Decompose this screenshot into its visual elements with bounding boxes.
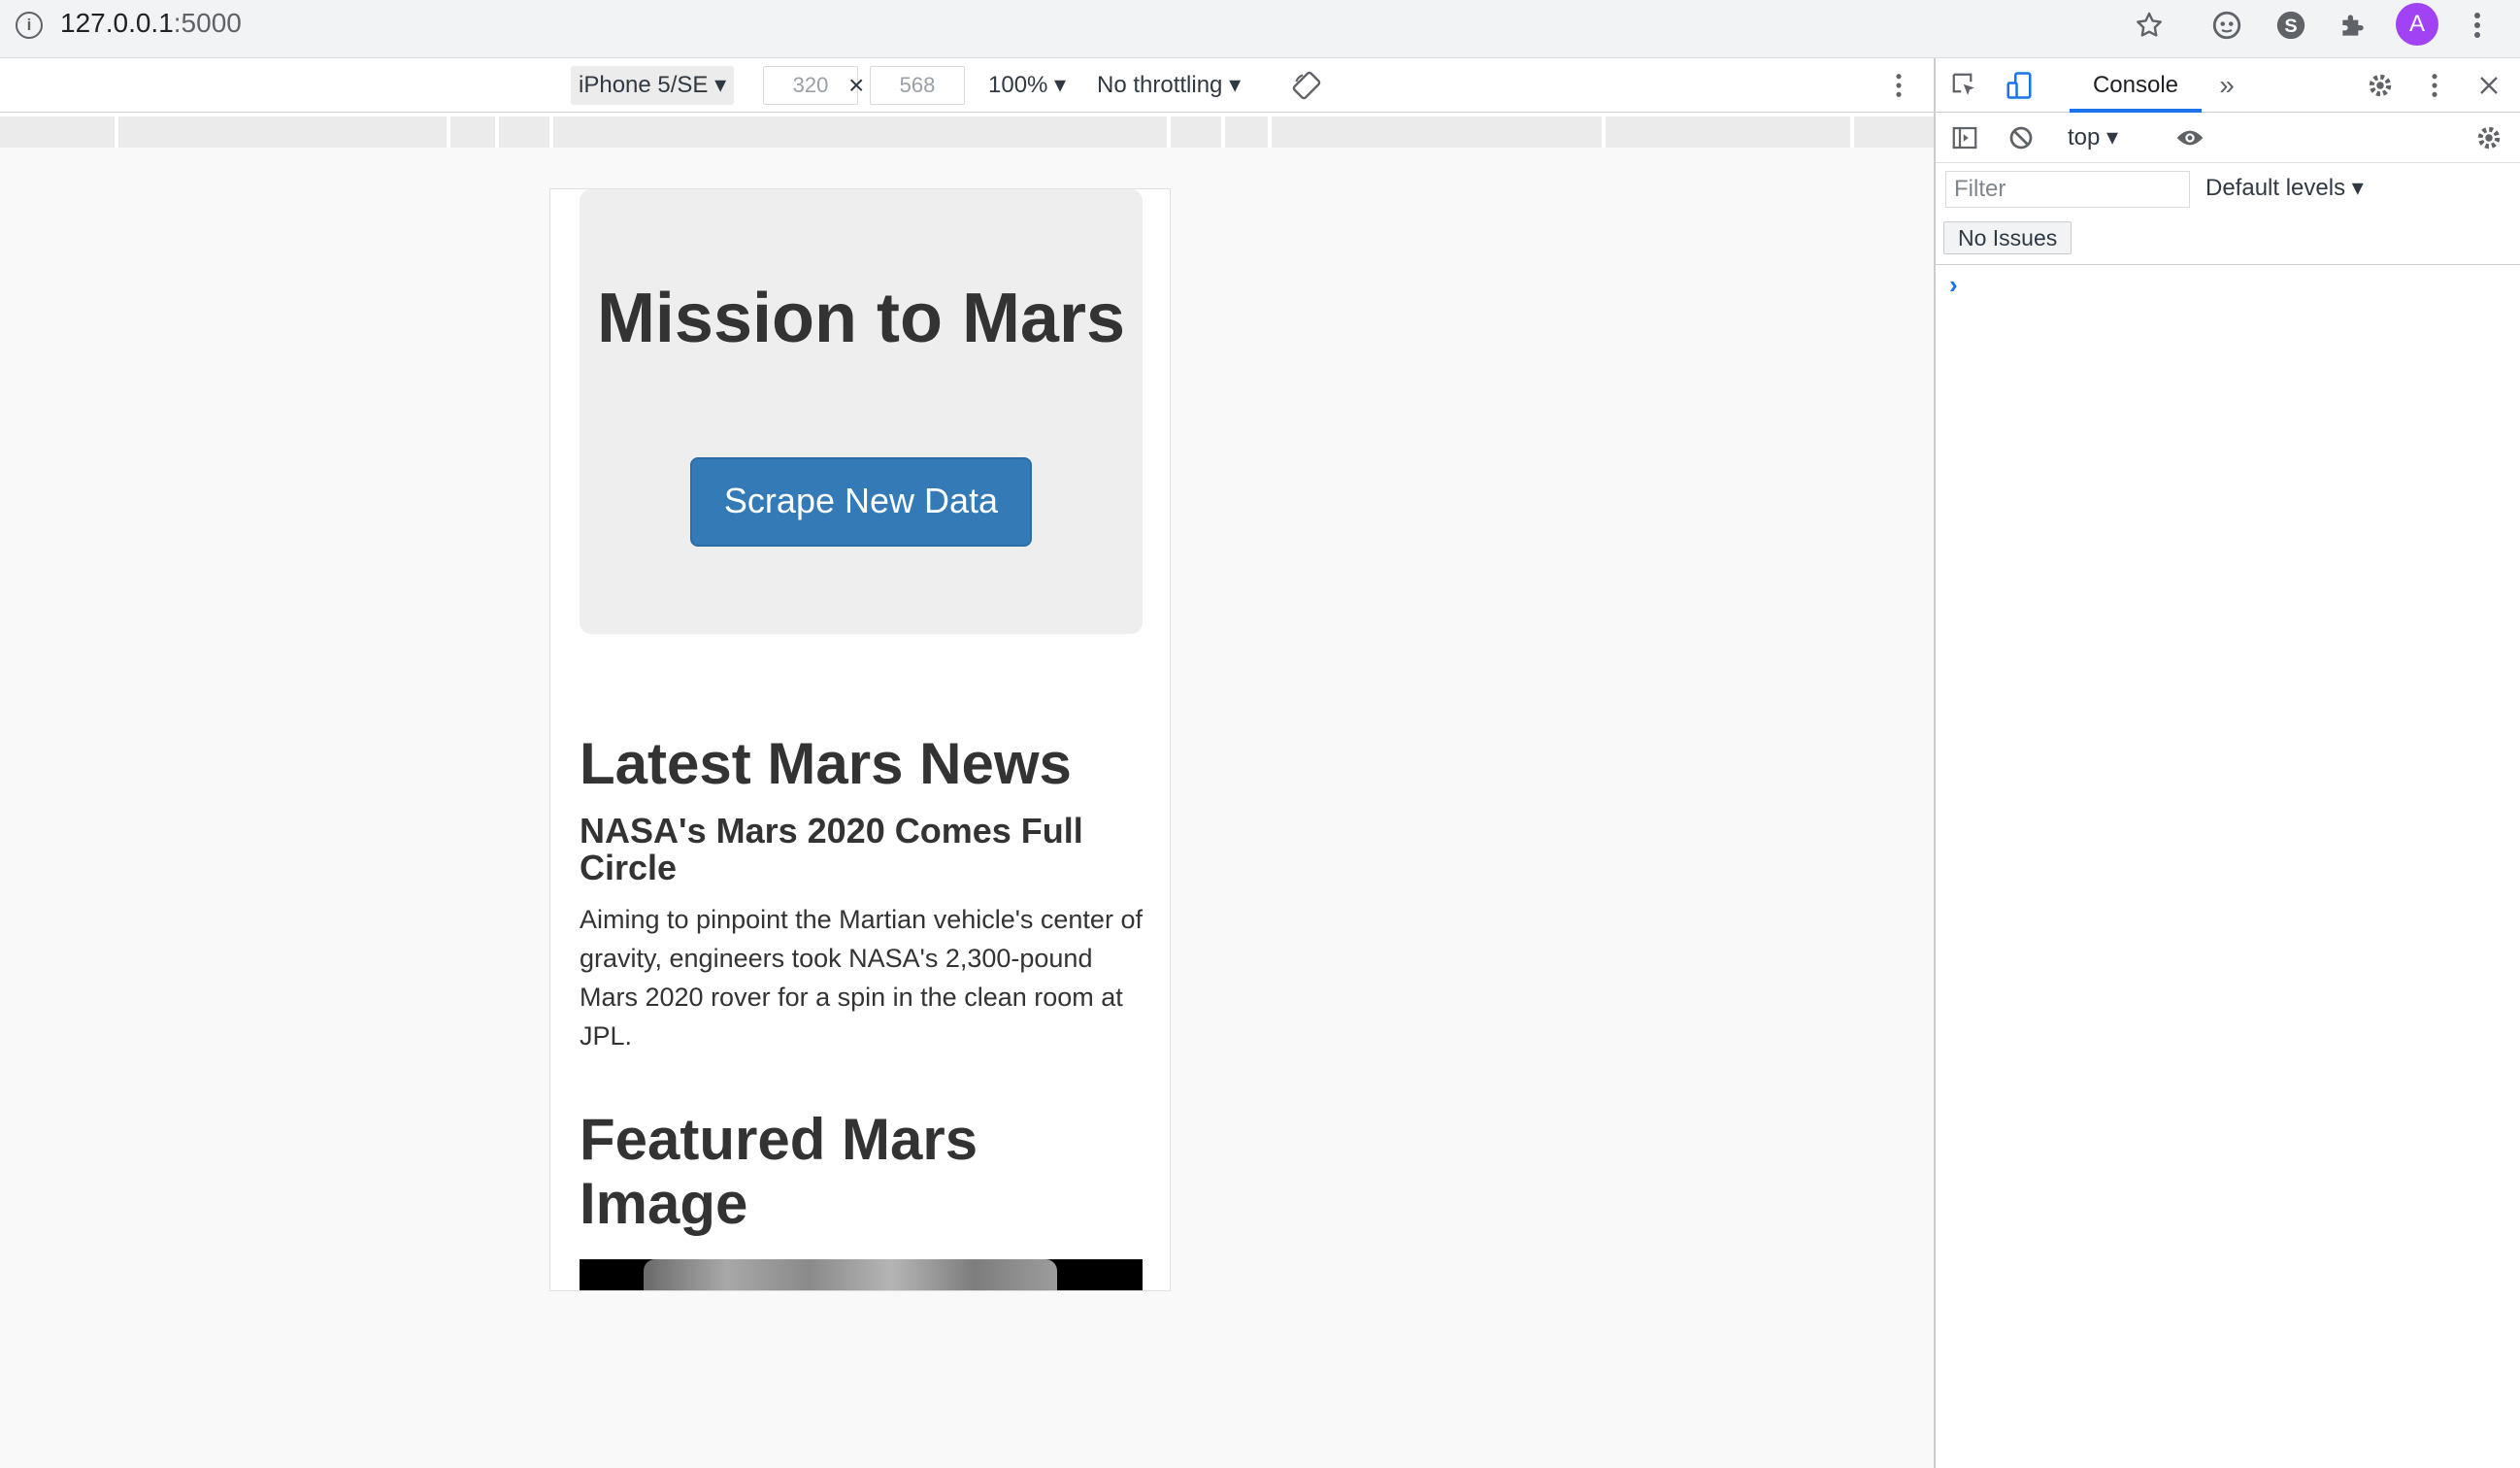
issues-button[interactable]: No Issues	[1943, 221, 2072, 254]
devtools-panel	[1934, 58, 2520, 1468]
more-tabs-icon[interactable]: »	[2209, 68, 2244, 103]
dimension-separator: ×	[848, 70, 865, 100]
scrape-button[interactable]: Scrape New Data	[690, 457, 1032, 547]
throttling-dropdown[interactable]: No throttling ▾	[1097, 66, 1241, 105]
media-query-segment[interactable]	[1272, 117, 1602, 148]
console-filter-input[interactable]: Filter	[1945, 171, 2190, 208]
svg-text:S: S	[2284, 16, 2297, 37]
media-query-segment[interactable]	[1606, 117, 1850, 148]
url-host: 127.0.0.1	[60, 8, 174, 38]
zoom-value: 100%	[988, 72, 1048, 98]
media-query-segment[interactable]	[0, 117, 115, 148]
throttling-value: No throttling	[1097, 72, 1223, 98]
media-query-segment[interactable]	[553, 117, 1167, 148]
jumbotron: Mission to Mars Scrape New Data	[580, 189, 1143, 634]
clear-console-icon[interactable]	[2004, 120, 2039, 155]
live-expression-eye-icon[interactable]	[2172, 120, 2207, 155]
inspect-element-icon[interactable]	[1947, 68, 1982, 103]
browser-menu-icon[interactable]	[2460, 8, 2495, 43]
device-name: iPhone 5/SE	[579, 72, 709, 98]
console-divider	[1936, 264, 2520, 265]
url-field[interactable]: 127.0.0.1:5000	[60, 6, 242, 41]
news-title: NASA's Mars 2020 Comes Full Circle	[580, 811, 1083, 887]
featured-mars-image	[580, 1259, 1143, 1290]
media-query-segment[interactable]	[118, 117, 447, 148]
extension-face-icon[interactable]	[2209, 8, 2244, 43]
media-query-segment[interactable]	[1225, 117, 1268, 148]
featured-image-heading: Featured Mars Image	[580, 1107, 978, 1236]
rotate-icon[interactable]	[1289, 68, 1324, 103]
device-frame: Mission to Mars Scrape New Data Latest M…	[549, 188, 1171, 1291]
bookmark-star-icon[interactable]	[2132, 8, 2167, 43]
height-input[interactable]: 568	[870, 66, 965, 105]
device-toggle-icon[interactable]	[2002, 68, 2037, 103]
devtools-settings-icon[interactable]	[2363, 68, 2398, 103]
device-toolbar	[0, 58, 1934, 113]
close-devtools-icon[interactable]	[2471, 68, 2506, 103]
url-port: :5000	[173, 8, 242, 38]
log-levels-value: Default levels	[2205, 175, 2346, 201]
extensions-puzzle-icon[interactable]	[2336, 8, 2371, 43]
console-settings-icon[interactable]	[2471, 120, 2506, 155]
sidebar-toggle-icon[interactable]	[1947, 120, 1982, 155]
device-dropdown[interactable]: iPhone 5/SE ▾	[571, 66, 735, 105]
news-paragraph: Aiming to pinpoint the Martian vehicle's…	[580, 905, 1143, 1051]
news-heading: Latest Mars News	[580, 731, 1072, 796]
profile-avatar[interactable]: A	[2396, 3, 2438, 46]
devtools-menu-icon[interactable]	[2417, 68, 2452, 103]
media-query-segment[interactable]	[499, 117, 549, 148]
media-query-segment[interactable]	[450, 117, 495, 148]
media-query-segment[interactable]	[1171, 117, 1221, 148]
tab-console[interactable]: Console	[2070, 58, 2202, 113]
device-toolbar-menu-icon[interactable]	[1881, 68, 1916, 103]
console-prompt[interactable]: ›	[1949, 270, 1958, 300]
page-title: Mission to Mars	[596, 280, 1126, 357]
mars-surface	[644, 1259, 1057, 1290]
log-levels-dropdown[interactable]: Default levels ▾	[2205, 171, 2364, 206]
zoom-dropdown[interactable]: 100% ▾	[988, 66, 1066, 105]
width-input[interactable]: 320	[763, 66, 858, 105]
site-info-icon[interactable]: i	[16, 12, 43, 39]
context-value: top	[2068, 124, 2101, 150]
media-query-segment[interactable]	[1854, 117, 1934, 148]
extension-s-icon[interactable]: S	[2273, 8, 2308, 43]
context-dropdown[interactable]: top ▾	[2068, 120, 2118, 155]
